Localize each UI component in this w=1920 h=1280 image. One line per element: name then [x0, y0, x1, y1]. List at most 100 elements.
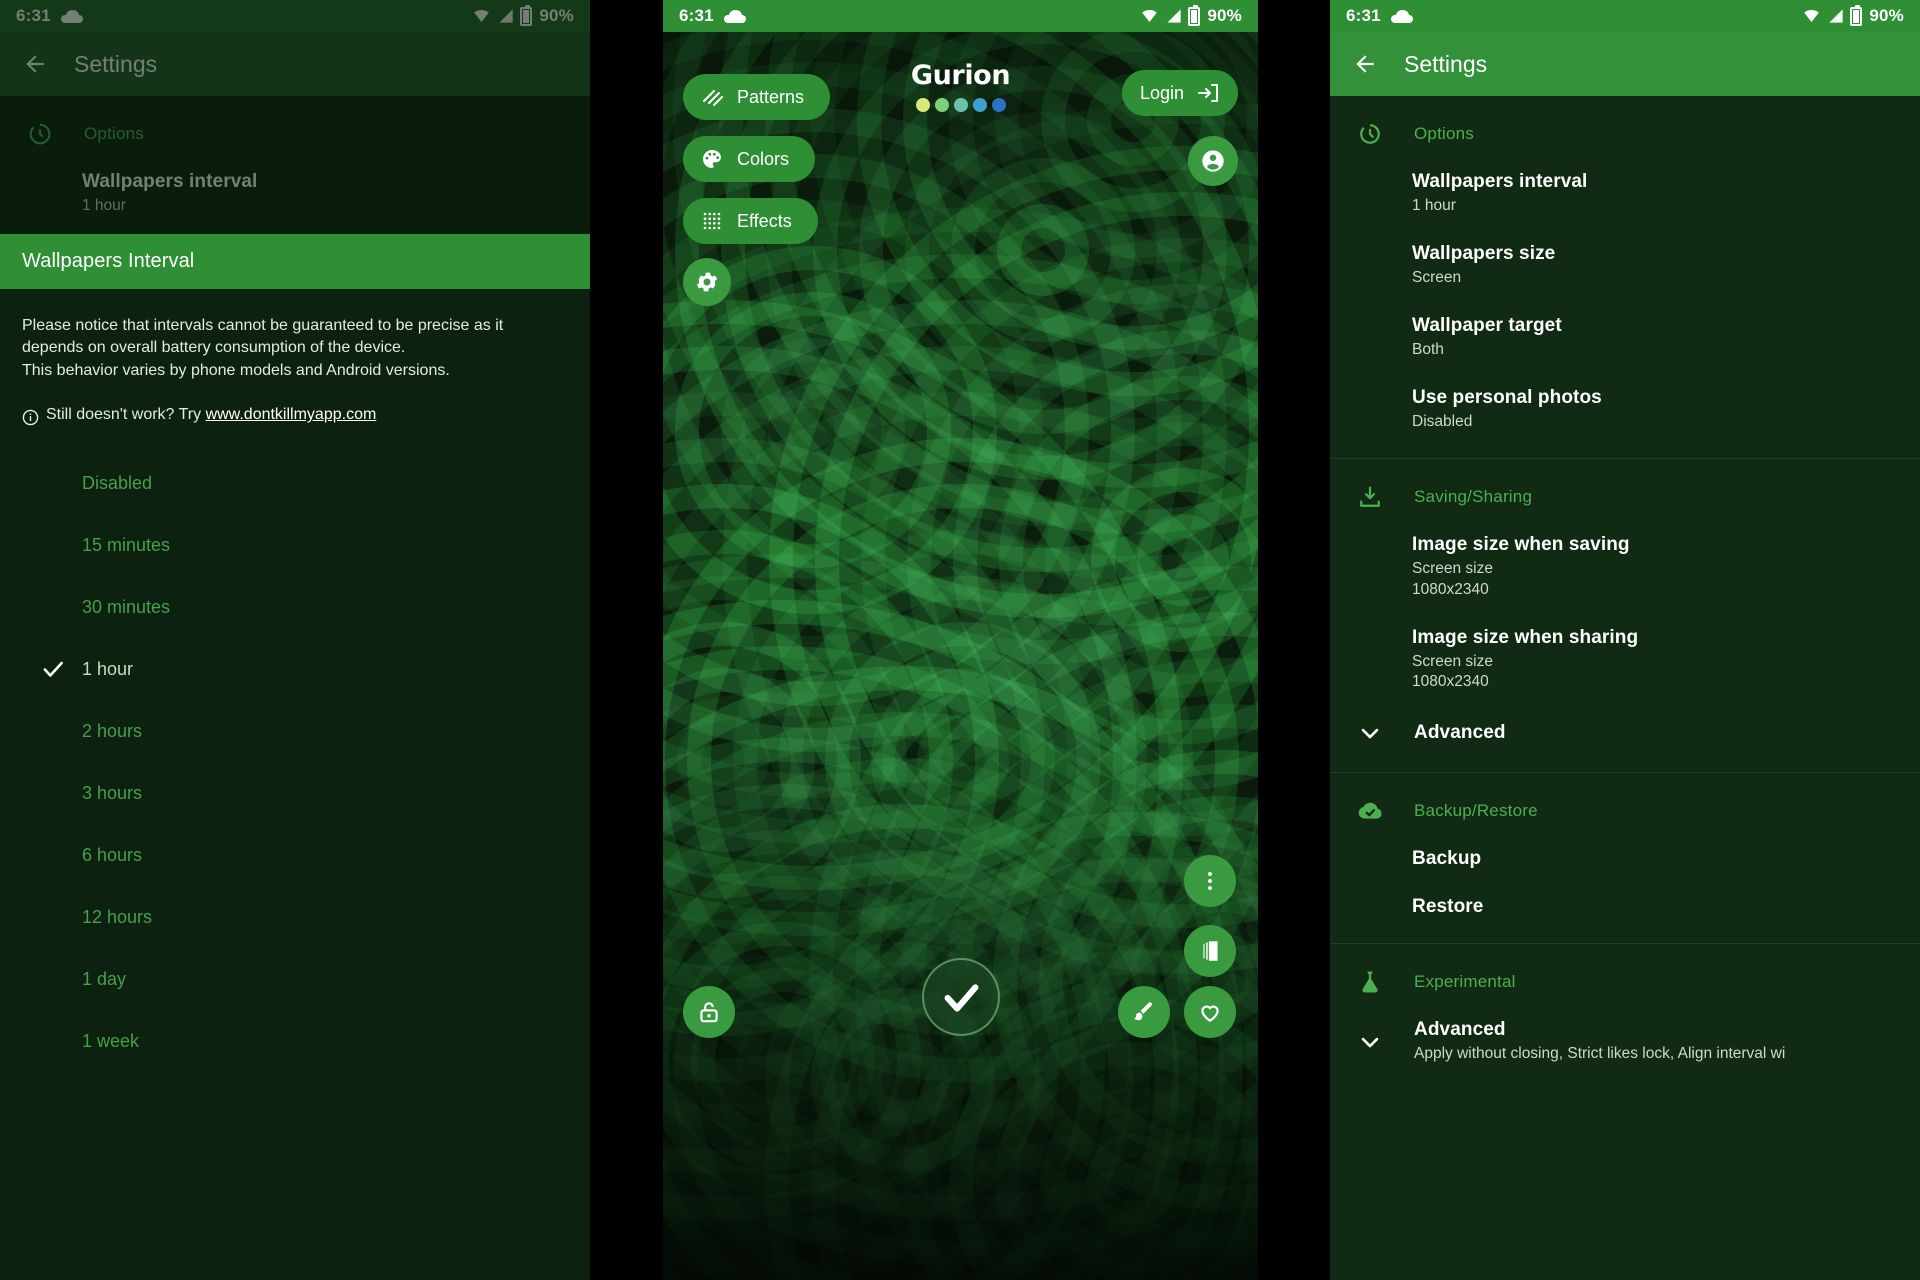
group-label: Options — [1414, 124, 1474, 143]
effects-button[interactable]: Effects — [683, 198, 818, 244]
option-label: 3 hours — [82, 782, 143, 803]
status-bar-left: 6:31 — [679, 6, 746, 26]
battery-icon — [1850, 4, 1863, 26]
status-time: 6:31 — [1346, 6, 1381, 25]
heart-icon — [1201, 1005, 1219, 1022]
status-bar-right: 90% — [1139, 4, 1242, 26]
list-item[interactable]: Backup — [1330, 835, 1920, 883]
battery-percent: 90% — [1869, 6, 1904, 25]
screenshot-stage: 6:31 90% Settings Options Wallpapers int… — [0, 0, 1920, 1280]
status-bar: 6:31 90% — [663, 0, 1258, 32]
wifi-icon — [1804, 9, 1820, 22]
download-icon — [1356, 483, 1384, 511]
item-subtitle: 1 hour — [1412, 197, 1456, 214]
item-title: Use personal photos — [1412, 386, 1602, 408]
item-subtitle: Screen size 1080x2340 — [1412, 652, 1493, 691]
list-item[interactable]: Wallpapers size Screen — [1330, 230, 1920, 302]
list-item[interactable]: Restore — [1330, 883, 1920, 931]
login-button[interactable]: Login — [1121, 70, 1238, 116]
cloud-done-icon — [1356, 797, 1384, 825]
interval-option-7[interactable]: 12 hours — [22, 886, 568, 948]
list-item[interactable]: Wallpapers interval 1 hour — [0, 158, 590, 230]
brush-fab[interactable] — [1118, 986, 1170, 1038]
gear-icon — [696, 272, 718, 292]
colors-button[interactable]: Colors — [683, 136, 816, 182]
status-bar: 6:31 90% — [0, 0, 590, 32]
interval-option-3[interactable]: 1 hour — [22, 638, 568, 700]
dialog-body: Please notice that intervals cannot be g… — [0, 289, 590, 1076]
apply-fab[interactable] — [921, 958, 1000, 1036]
wifi-icon — [1142, 9, 1158, 22]
check-icon — [43, 661, 63, 677]
group-label: Options — [84, 124, 144, 143]
interval-option-2[interactable]: 30 minutes — [22, 576, 568, 638]
interval-option-0[interactable]: Disabled — [22, 452, 568, 514]
cloud-icon — [1390, 9, 1413, 23]
signal-icon — [499, 9, 514, 23]
battery-icon — [1188, 4, 1201, 26]
more-vert-icon — [1208, 872, 1212, 890]
favorite-fab[interactable] — [1184, 986, 1236, 1038]
page-title: Settings — [74, 50, 158, 77]
expander-advanced[interactable]: Advanced Apply without closing, Strict li… — [1330, 1006, 1920, 1078]
page-title: Settings — [1404, 50, 1488, 77]
option-label: 1 hour — [82, 658, 134, 679]
more-fab[interactable] — [1184, 855, 1236, 907]
back-arrow-icon[interactable] — [22, 51, 48, 77]
list-item[interactable]: Wallpapers interval 1 hour — [1330, 158, 1920, 230]
cloud-icon — [60, 9, 83, 23]
expander-subtitle: Apply without closing, Strict likes lock… — [1414, 1045, 1786, 1063]
expander-advanced[interactable]: Advanced — [1330, 706, 1920, 760]
group-label: Saving/Sharing — [1414, 486, 1533, 506]
item-subtitle: Screen size 1080x2340 — [1412, 559, 1493, 598]
item-subtitle: Both — [1412, 340, 1444, 358]
item-subtitle: Screen — [1412, 268, 1462, 286]
battery-percent: 90% — [539, 6, 574, 25]
list-item[interactable]: Image size when saving Screen size 1080x2… — [1330, 521, 1920, 614]
item-subtitle: Disabled — [1412, 412, 1473, 430]
option-label: 6 hours — [82, 844, 143, 865]
library-fab[interactable] — [1184, 925, 1236, 977]
cloud-icon — [723, 9, 746, 23]
list-item[interactable]: Use personal photos Disabled — [1330, 374, 1920, 446]
group-header-backup-restore: Backup/Restore — [1330, 773, 1920, 835]
login-arrow-icon — [1198, 84, 1218, 102]
chip-label: Effects — [737, 210, 792, 231]
lock-fab[interactable] — [683, 986, 735, 1038]
account-circle-icon — [1202, 150, 1224, 172]
timer-icon — [1356, 120, 1384, 148]
phone-panel-middle: 6:31 90% Gurion Patterns Colors Effects … — [663, 0, 1258, 1280]
palette-icon — [703, 150, 721, 168]
item-title: Restore — [1412, 896, 1484, 918]
interval-option-1[interactable]: 15 minutes — [22, 514, 568, 576]
battery-percent: 90% — [1207, 6, 1242, 25]
signal-icon — [1829, 9, 1844, 23]
lock-open-icon — [700, 1002, 718, 1023]
interval-option-6[interactable]: 6 hours — [22, 824, 568, 886]
interval-option-4[interactable]: 2 hours — [22, 700, 568, 762]
back-arrow-icon[interactable] — [1352, 51, 1378, 77]
item-title: Wallpapers interval — [82, 171, 258, 192]
expander-label: Advanced — [1414, 722, 1506, 744]
item-subtitle: 1 hour — [82, 197, 126, 214]
account-fab[interactable] — [1188, 136, 1238, 186]
settings-fab[interactable] — [683, 258, 731, 306]
status-bar-left: 6:31 — [1346, 6, 1413, 26]
phone-panel-left: 6:31 90% Settings Options Wallpapers int… — [0, 0, 590, 1280]
dimmed-background-layer: 6:31 90% Settings Options Wallpapers int… — [0, 0, 590, 234]
brand-dot-0 — [915, 98, 930, 112]
wallpapers-interval-dialog: Wallpapers Interval Please notice that i… — [0, 233, 590, 1076]
interval-option-9[interactable]: 1 week — [22, 1010, 568, 1072]
interval-option-5[interactable]: 3 hours — [22, 762, 568, 824]
dontkillmyapp-link[interactable]: www.dontkillmyapp.com — [206, 406, 377, 423]
list-item[interactable]: Image size when sharing Screen size 1080x… — [1330, 614, 1920, 707]
brush-icon — [1134, 1002, 1152, 1021]
battery-icon — [520, 4, 533, 26]
interval-option-8[interactable]: 1 day — [22, 948, 568, 1010]
patterns-button[interactable]: Patterns — [683, 74, 831, 120]
item-title: Wallpapers size — [1412, 242, 1556, 264]
list-item[interactable]: Wallpaper target Both — [1330, 302, 1920, 374]
stripes-icon — [703, 90, 723, 106]
brand-dot-4 — [991, 98, 1006, 112]
dialog-hint: Still doesn't work? Try www.dontkillmyap… — [22, 406, 568, 426]
